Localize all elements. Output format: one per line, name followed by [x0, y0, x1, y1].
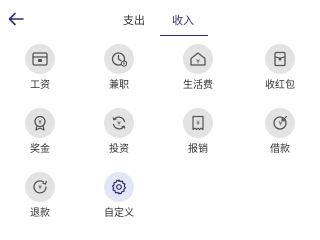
category-icon-wrap: ¥	[25, 108, 55, 138]
gear-icon	[111, 179, 127, 195]
category-custom[interactable]: 自定义	[89, 172, 149, 220]
svg-text:¥: ¥	[196, 120, 200, 127]
wallet-icon	[32, 52, 48, 66]
category-icon-wrap	[265, 44, 295, 74]
category-icon-wrap: ¥	[183, 108, 213, 138]
svg-text:¥: ¥	[196, 59, 200, 66]
category-label: 兼职	[109, 80, 129, 91]
svg-text:¥: ¥	[123, 61, 126, 66]
category-icon-wrap	[25, 44, 55, 74]
category-icon-wrap	[104, 172, 134, 202]
category-icon-wrap: ¥	[183, 44, 213, 74]
arrow-left-icon	[8, 12, 24, 26]
category-reimburse[interactable]: ¥ 报销	[168, 108, 228, 156]
category-icon-wrap: ¥	[265, 108, 295, 138]
category-label: 投资	[109, 144, 129, 155]
category-icon-wrap: ¥	[104, 108, 134, 138]
category-loan[interactable]: ¥ 借款	[250, 108, 310, 156]
receipt-yen-icon: ¥	[192, 115, 204, 131]
category-label: 自定义	[104, 208, 134, 219]
refund-yen-icon: ¥	[33, 180, 48, 194]
clock-yen-icon: ¥	[111, 52, 128, 67]
category-icon-wrap: ¥	[104, 44, 134, 74]
category-label: 收红包	[265, 80, 295, 91]
category-refund[interactable]: ¥ 退款	[10, 172, 70, 220]
category-label: 奖金	[30, 144, 50, 155]
category-label: 报销	[188, 144, 208, 155]
active-tab-indicator	[160, 35, 208, 36]
tab-expense[interactable]: 支出	[123, 12, 145, 28]
cycle-yen-icon: ¥	[112, 116, 126, 130]
medal-yen-icon: ¥	[34, 115, 46, 131]
house-yen-icon: ¥	[190, 52, 206, 66]
red-envelope-icon	[274, 51, 286, 67]
yen-arrow-icon: ¥	[273, 115, 288, 130]
category-icon-wrap: ¥	[25, 172, 55, 202]
category-label: 退款	[30, 208, 50, 219]
svg-text:¥: ¥	[117, 121, 121, 128]
top-bar: 支出 收入	[0, 0, 320, 36]
tab-income[interactable]: 收入	[172, 12, 194, 28]
category-parttime[interactable]: ¥ 兼职	[89, 44, 149, 92]
category-salary[interactable]: 工资	[10, 44, 70, 92]
category-label: 生活费	[183, 80, 213, 91]
category-red-envelope[interactable]: 收红包	[250, 44, 310, 92]
svg-text:¥: ¥	[38, 119, 42, 126]
category-bonus[interactable]: ¥ 奖金	[10, 108, 70, 156]
category-living[interactable]: ¥ 生活费	[168, 44, 228, 92]
category-label: 工资	[30, 80, 50, 91]
svg-text:¥: ¥	[38, 185, 42, 192]
category-invest[interactable]: ¥ 投资	[89, 108, 149, 156]
back-button[interactable]	[6, 9, 26, 29]
category-label: 借款	[270, 144, 290, 155]
